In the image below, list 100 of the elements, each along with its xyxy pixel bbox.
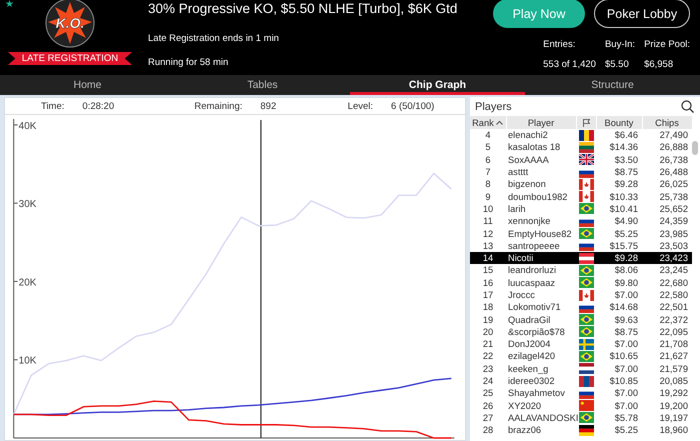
rank-cell-text: 22 (482, 350, 494, 363)
bounty-cell-text: $5.78 (614, 412, 639, 424)
column-header[interactable]: Player (506, 116, 576, 129)
bounty-cell-text: $8.75 (614, 326, 639, 338)
lobby-button[interactable]: Poker Lobby (594, 0, 690, 28)
rank-cell-text: 20 (482, 326, 494, 338)
flag-icon (578, 412, 594, 424)
flag-outline-icon[interactable] (582, 119, 590, 128)
player-name[interactable]: larih (506, 202, 576, 216)
sort-caret-icon (496, 119, 504, 128)
player-name[interactable]: DonJ2004 (506, 338, 576, 350)
bounty-cell-text: $14.68 (608, 301, 639, 314)
player-name[interactable]: SoxAAAA (506, 154, 576, 166)
rank-cell-text: 5 (484, 141, 492, 154)
player-name[interactable]: brazz06 (506, 424, 576, 436)
flag-icon (578, 228, 594, 240)
rank-cell-text: 7 (484, 166, 492, 178)
info-label: Level: (348, 100, 374, 112)
chips-cell-text: 21,627 (658, 350, 689, 363)
flag-icon (578, 277, 594, 288)
player-name[interactable]: doumbou1982 (506, 190, 576, 203)
rank-cell-text: 8 (484, 178, 492, 190)
rank-cell-text: 11 (482, 215, 494, 228)
player-name[interactable]: AALAVANDOSKI (506, 412, 576, 424)
player-name[interactable]: Shayahmetov (506, 387, 576, 400)
bounty-cell-text: $10.33 (608, 190, 639, 203)
chips-cell: 23,503 (642, 240, 692, 252)
panel-title: Players (475, 100, 512, 112)
flag-icon (578, 338, 594, 350)
chips-cell-text: 19,197 (658, 412, 689, 424)
stat-label: Prize Pool: (644, 39, 690, 50)
info-value: 892 (260, 100, 276, 112)
tab[interactable]: Home (0, 75, 175, 95)
bounty-cell-text: $10.65 (608, 350, 639, 363)
axis-label: 40K (18, 120, 36, 132)
rank-cell-text: 18 (482, 301, 494, 314)
late-registration-text: Late Registration ends in 1 min (148, 33, 280, 44)
player-name[interactable]: Lokomotiv71 (506, 301, 576, 314)
flag-icon (578, 191, 594, 202)
flag-icon (578, 252, 594, 264)
rank-cell-text: 25 (482, 387, 494, 400)
scrollbar-thumb[interactable] (692, 141, 698, 155)
bounty-cell-text: $7.00 (614, 289, 639, 302)
player-name[interactable]: santropeeee (506, 240, 576, 252)
rank-cell: 4 (470, 129, 506, 142)
rank-cell-text: 6 (484, 154, 492, 166)
player-name[interactable]: leandrorluzi (506, 264, 576, 277)
info-value: 0:28:20 (82, 100, 114, 112)
stat-label: Entries: (543, 39, 576, 50)
rank-cell-text: 16 (482, 276, 494, 289)
chips-cell-text: 23,985 (658, 228, 689, 240)
stat-label: Buy-In: (604, 39, 636, 50)
player-name[interactable]: ezilagel420 (506, 350, 576, 363)
player-name[interactable]: Nicotii (506, 252, 576, 264)
tab[interactable]: Tables (175, 75, 350, 95)
stat-value: $6,958 (644, 59, 674, 70)
search-icon[interactable] (681, 100, 694, 113)
player-name[interactable]: elenachi2 (506, 129, 576, 142)
player-name[interactable]: bigzenon (506, 178, 576, 190)
running-time-text: Running for 58 min (148, 57, 230, 68)
info-value: 6 (50/100) (391, 100, 434, 112)
chips-cell-text: 22,501 (658, 301, 689, 314)
bounty-cell-text: $7.00 (614, 338, 639, 350)
player-name[interactable]: QuadraGil (506, 313, 576, 326)
tab[interactable]: Structure (525, 75, 700, 95)
flag-icon (578, 400, 594, 412)
chips-cell-text: 25,738 (658, 190, 689, 203)
bounty-cell-text: $8.75 (614, 166, 639, 178)
chips-cell-text: 26,025 (658, 178, 689, 190)
rank-cell: 14 (470, 252, 506, 264)
flag-icon (578, 326, 594, 338)
bounty-cell: $6.46 (596, 129, 642, 142)
player-name[interactable]: kasalotas 18 (506, 141, 576, 154)
bounty-cell-text: $10.85 (608, 375, 639, 388)
player-name[interactable]: astttt (506, 166, 576, 178)
rank-cell-text: 24 (482, 375, 494, 388)
column-header[interactable]: Rank (470, 116, 506, 129)
info-label: Time: (41, 100, 64, 112)
chips-cell-text: 19,200 (658, 400, 689, 412)
late-registration-banner: LATE REGISTRATION (8, 52, 132, 65)
chips-cell-text: 18,960 (658, 424, 689, 436)
player-name[interactable]: ideree0302 (506, 374, 576, 388)
chips-cell-text: 26,738 (658, 154, 689, 166)
player-name[interactable]: EmptyHouse82 (506, 227, 576, 240)
player-name[interactable]: XY2020 (506, 400, 576, 412)
player-name[interactable]: Jroccc (506, 288, 576, 302)
player-name[interactable]: keeken_g (506, 362, 576, 375)
chips-cell-text: 21,708 (658, 338, 689, 350)
column-header[interactable]: Chips (642, 116, 692, 129)
player-name[interactable]: &scorpião$78 (506, 326, 576, 338)
axis-label: 20K (18, 277, 36, 288)
player-name[interactable]: luucaspaaz (506, 276, 576, 289)
bounty-cell-text: $14.36 (608, 141, 639, 154)
bounty-cell-text: $7.00 (614, 400, 639, 412)
flag-icon (578, 314, 594, 326)
column-header[interactable]: Bounty (596, 116, 642, 129)
bounty-cell-text: $3.50 (614, 154, 639, 166)
flag-icon (578, 178, 594, 190)
rank-cell-text: 28 (482, 424, 494, 436)
player-name[interactable]: xennonjke (506, 215, 576, 228)
